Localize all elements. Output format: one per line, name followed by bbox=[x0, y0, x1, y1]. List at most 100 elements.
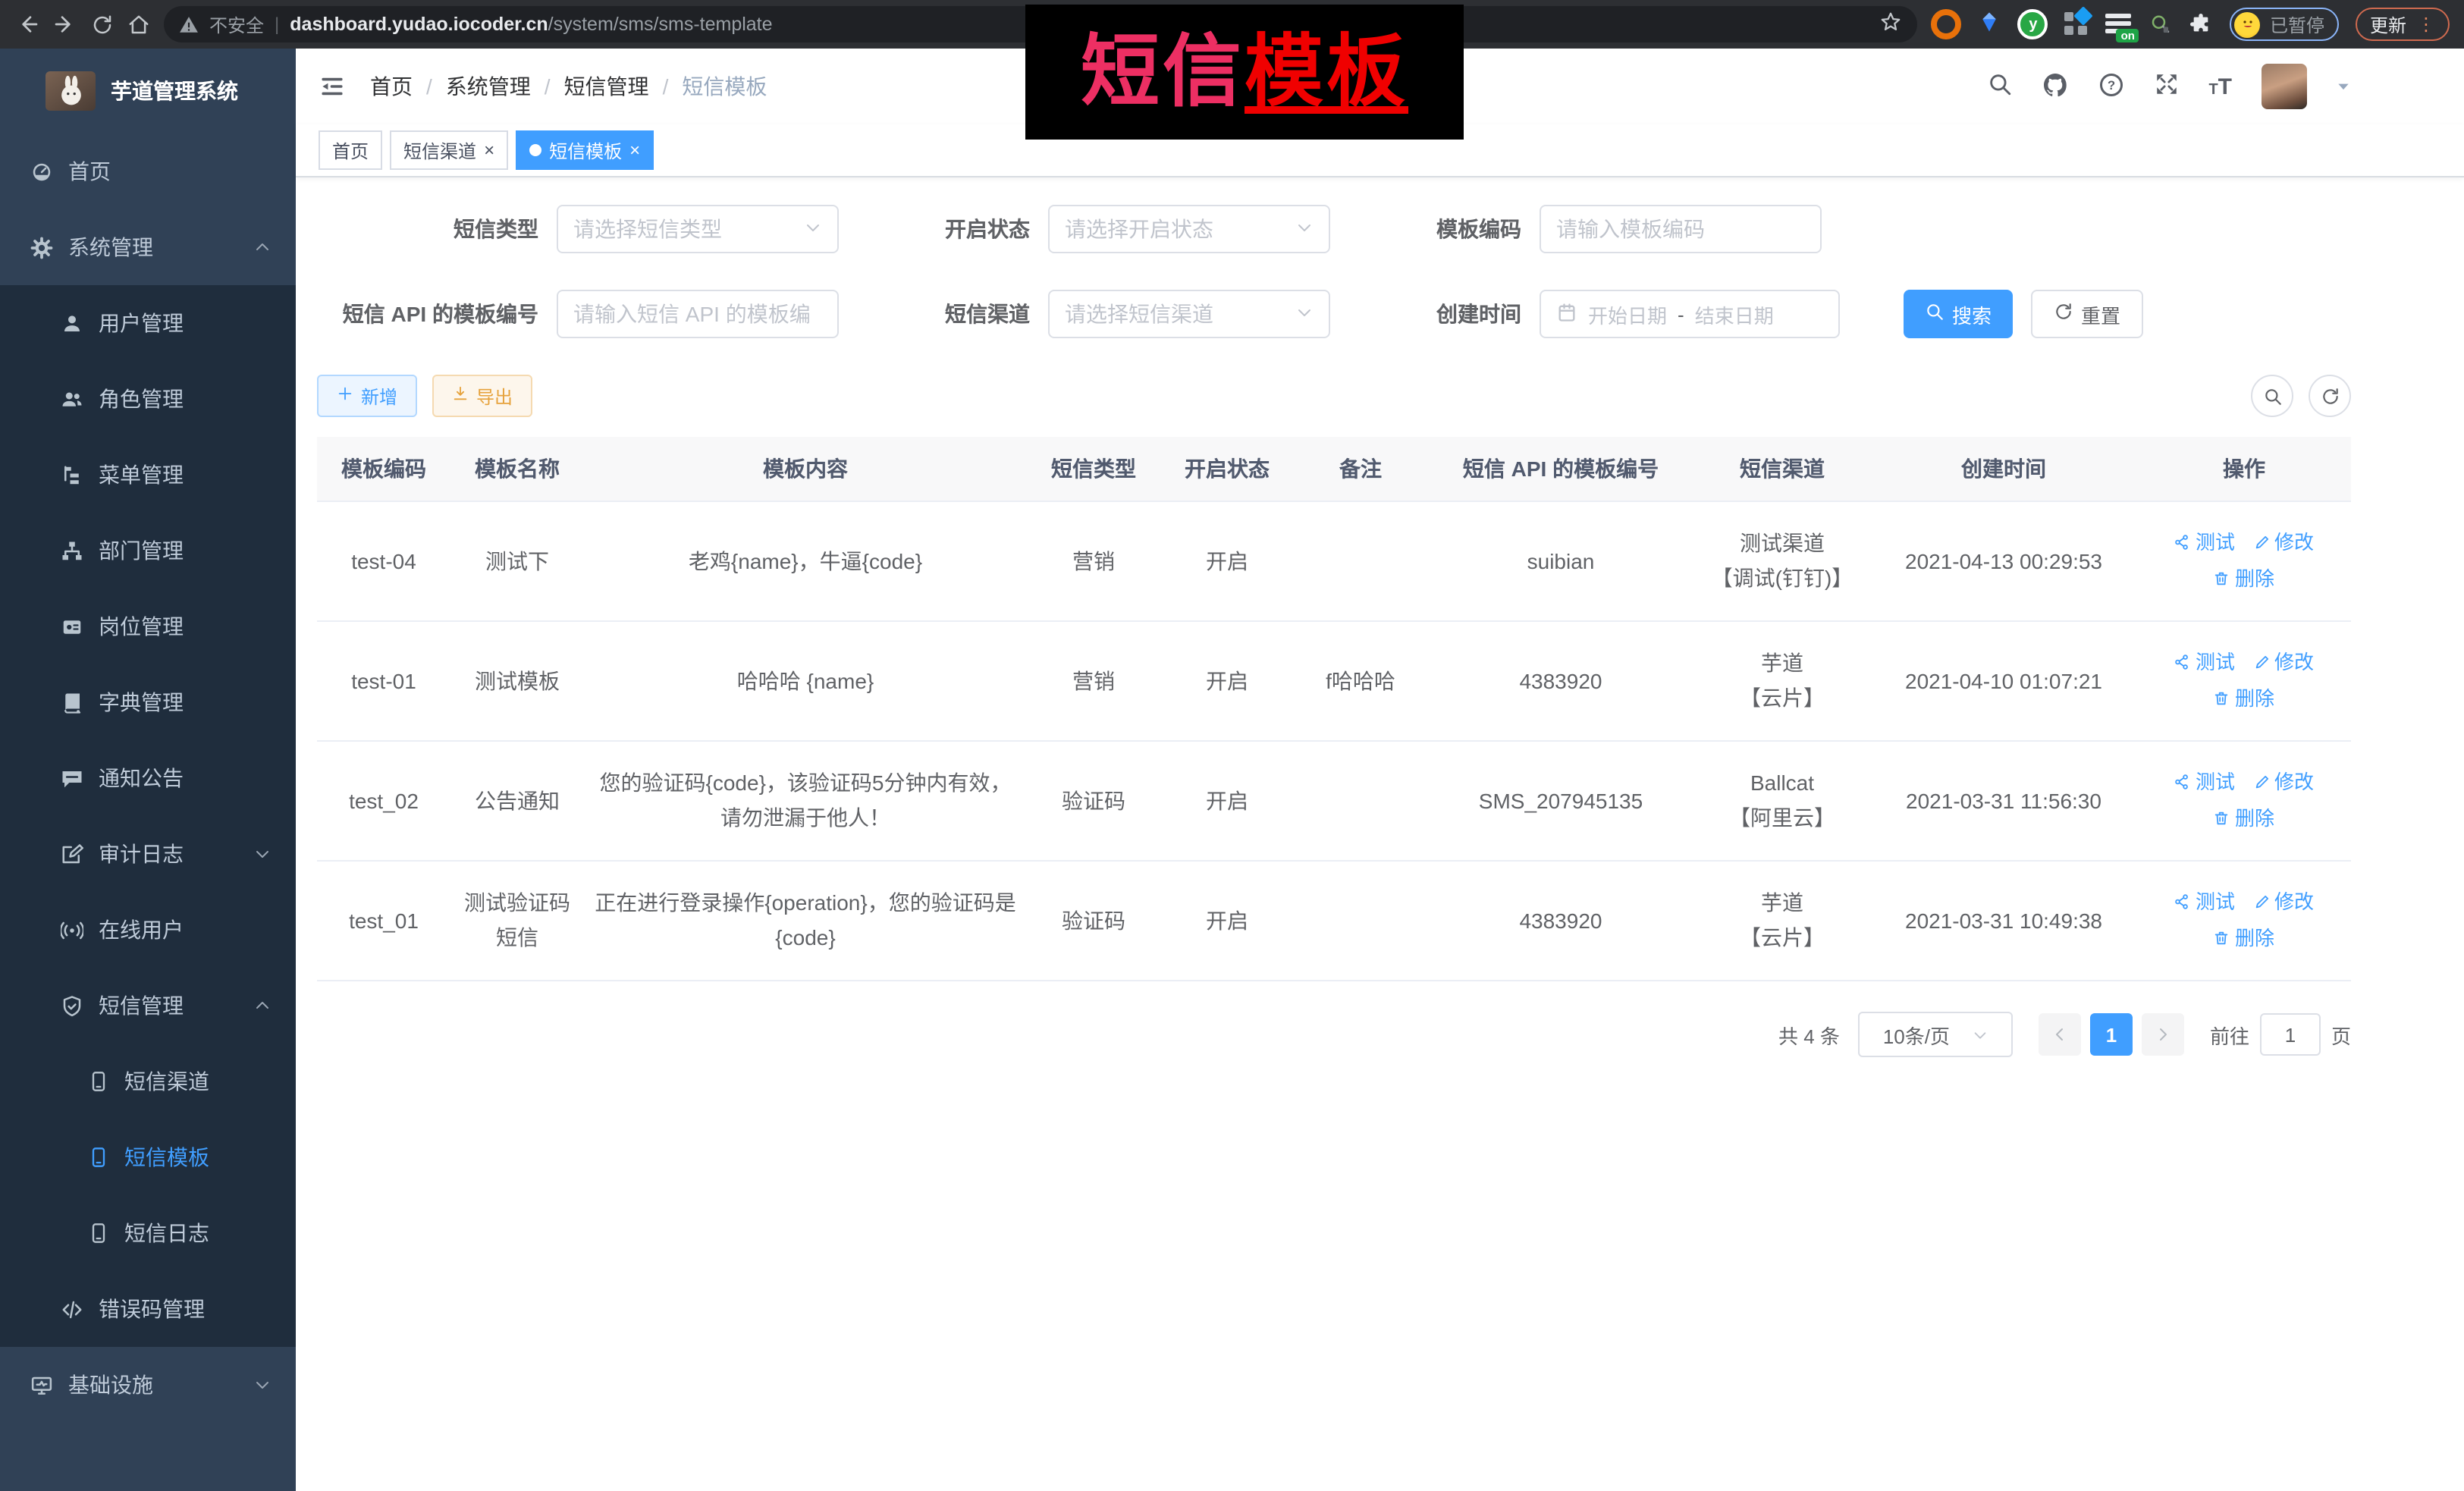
api-template-label: 短信 API 的模板编号 bbox=[317, 299, 557, 329]
sidebar-item-sms-log[interactable]: 短信日志 bbox=[0, 1195, 296, 1271]
bookmark-star-icon[interactable] bbox=[1880, 11, 1903, 38]
extension-y-icon[interactable]: y bbox=[2018, 9, 2048, 39]
annotation-title-overlay: 短信模板 bbox=[1025, 5, 1464, 140]
delete-link[interactable]: 删除 bbox=[2214, 801, 2274, 836]
sidebar-item-audit-log[interactable]: 审计日志 bbox=[0, 816, 296, 892]
message-icon bbox=[61, 767, 83, 789]
sidebar-item-infra[interactable]: 基础设施 bbox=[0, 1347, 296, 1423]
test-link[interactable]: 测试 bbox=[2174, 884, 2235, 919]
extensions-puzzle-icon[interactable] bbox=[2189, 12, 2214, 36]
filter-status: 开启状态 请选择开启状态 bbox=[927, 205, 1330, 253]
tag-sms-template[interactable]: 短信模板× bbox=[516, 130, 654, 170]
sidebar-item-online-users[interactable]: 在线用户 bbox=[0, 892, 296, 968]
avatar[interactable] bbox=[2261, 64, 2306, 109]
sidebar-item-label: 系统管理 bbox=[68, 232, 153, 262]
sidebar-item-users[interactable]: 用户管理 bbox=[0, 285, 296, 361]
breadcrumb-item-current: 短信模板 bbox=[682, 71, 767, 102]
help-icon[interactable]: ? bbox=[2098, 71, 2125, 102]
extension-grid-icon[interactable] bbox=[2065, 12, 2089, 36]
sidebar-item-notice[interactable]: 通知公告 bbox=[0, 740, 296, 816]
sms-type-select[interactable]: 请选择短信类型 bbox=[557, 205, 839, 253]
edit-link[interactable]: 修改 bbox=[2253, 525, 2314, 560]
back-icon[interactable] bbox=[15, 12, 39, 36]
sidebar-item-sms-channel[interactable]: 短信渠道 bbox=[0, 1044, 296, 1119]
search-icon[interactable] bbox=[1987, 71, 2013, 102]
update-button[interactable]: 更新 ⋮ bbox=[2356, 8, 2449, 41]
sidebar-item-dict[interactable]: 字典管理 bbox=[0, 664, 296, 740]
refresh-button[interactable] bbox=[2309, 375, 2351, 417]
extension-list-icon[interactable]: on bbox=[2106, 12, 2133, 36]
reload-icon[interactable] bbox=[91, 13, 114, 36]
date-range-picker[interactable]: 开始日期 - 结束日期 bbox=[1540, 290, 1840, 338]
edit-link[interactable]: 修改 bbox=[2253, 645, 2314, 680]
close-icon[interactable]: × bbox=[629, 141, 640, 159]
tag-sms-channel[interactable]: 短信渠道× bbox=[390, 130, 508, 170]
fullscreen-icon[interactable] bbox=[2154, 71, 2180, 102]
prev-page-button[interactable] bbox=[2039, 1013, 2081, 1056]
phone-icon bbox=[88, 1071, 109, 1092]
emoji-avatar-icon bbox=[2235, 11, 2261, 37]
breadcrumb-item[interactable]: 首页 bbox=[370, 71, 413, 102]
delete-link[interactable]: 删除 bbox=[2214, 561, 2274, 596]
sidebar-item-error-code[interactable]: 错误码管理 bbox=[0, 1271, 296, 1347]
sidebar-collapse-icon[interactable] bbox=[319, 73, 346, 100]
home-icon[interactable] bbox=[127, 13, 150, 36]
next-page-button[interactable] bbox=[2142, 1013, 2184, 1056]
edit-link[interactable]: 修改 bbox=[2253, 764, 2314, 799]
test-link[interactable]: 测试 bbox=[2174, 764, 2235, 799]
update-label: 更新 bbox=[2370, 11, 2406, 37]
col-header: 操作 bbox=[2137, 437, 2351, 501]
breadcrumb-separator: / bbox=[426, 74, 432, 99]
forward-icon[interactable] bbox=[53, 12, 77, 36]
extension-magnifier-icon[interactable] bbox=[2150, 13, 2173, 36]
profile-paused-pill[interactable]: 已暂停 bbox=[2230, 8, 2340, 41]
add-button[interactable]: 新增 bbox=[317, 375, 417, 417]
sidebar-item-departments[interactable]: 部门管理 bbox=[0, 513, 296, 589]
sidebar-item-sms-template[interactable]: 短信模板 bbox=[0, 1119, 296, 1195]
extension-gem-icon[interactable] bbox=[1979, 11, 2001, 38]
tag-home[interactable]: 首页 bbox=[319, 130, 382, 170]
sidebar-item-sms[interactable]: 短信管理 bbox=[0, 968, 296, 1044]
search-toggle-button[interactable] bbox=[2251, 375, 2293, 417]
sidebar-item-home[interactable]: 首页 bbox=[0, 133, 296, 209]
delete-link[interactable]: 删除 bbox=[2214, 681, 2274, 716]
breadcrumb-item[interactable]: 系统管理 bbox=[446, 71, 531, 102]
github-icon[interactable] bbox=[2042, 71, 2069, 102]
sidebar-item-menus[interactable]: 菜单管理 bbox=[0, 437, 296, 513]
test-link[interactable]: 测试 bbox=[2174, 645, 2235, 680]
status-select[interactable]: 请选择开启状态 bbox=[1048, 205, 1330, 253]
main-area: 首页 / 系统管理 / 短信管理 / 短信模板 ? TT bbox=[296, 49, 2464, 1491]
current-page[interactable]: 1 bbox=[2090, 1013, 2133, 1056]
code-input[interactable] bbox=[1540, 205, 1822, 253]
reset-button[interactable]: 重置 bbox=[2031, 290, 2143, 338]
search-button[interactable]: 搜索 bbox=[1904, 290, 2013, 338]
page-size-select[interactable]: 10条/页 bbox=[1858, 1012, 2013, 1057]
gear-icon bbox=[30, 236, 53, 259]
close-icon[interactable]: × bbox=[484, 141, 494, 159]
overlay-title-part1: 短信 bbox=[1081, 33, 1245, 111]
edit-link[interactable]: 修改 bbox=[2253, 884, 2314, 919]
filter-row-1: 短信类型 请选择短信类型 开启状态 请选择开启状态 bbox=[317, 205, 2443, 253]
test-link[interactable]: 测试 bbox=[2174, 525, 2235, 560]
sms-type-label: 短信类型 bbox=[317, 214, 557, 244]
sidebar-item-posts[interactable]: 岗位管理 bbox=[0, 589, 296, 664]
api-template-input[interactable] bbox=[557, 290, 839, 338]
url-path: /system/sms/sms-template bbox=[548, 14, 773, 35]
warning-icon bbox=[179, 14, 199, 34]
channel-select[interactable]: 请选择短信渠道 bbox=[1048, 290, 1330, 338]
sms-template-table: 模板编码 模板名称 模板内容 短信类型 开启状态 备注 短信 API 的模板编号… bbox=[317, 437, 2351, 981]
font-size-icon[interactable]: TT bbox=[2208, 74, 2232, 99]
filter-row-2: 短信 API 的模板编号 短信渠道 请选择短信渠道 创建时间 bbox=[317, 290, 2443, 338]
extension-donut-icon[interactable] bbox=[1932, 9, 1962, 39]
breadcrumb-item[interactable]: 短信管理 bbox=[564, 71, 649, 102]
chevron-down-icon[interactable] bbox=[2335, 74, 2350, 99]
edit-log-icon bbox=[61, 843, 83, 865]
sidebar-item-roles[interactable]: 角色管理 bbox=[0, 361, 296, 437]
export-button[interactable]: 导出 bbox=[432, 375, 532, 417]
goto-page-input[interactable] bbox=[2260, 1013, 2321, 1056]
sidebar-logo[interactable]: 芋道管理系统 bbox=[0, 49, 296, 133]
sidebar-item-system[interactable]: 系统管理 bbox=[0, 209, 296, 285]
browser-menu-icon[interactable]: ⋮ bbox=[2417, 15, 2435, 33]
delete-link[interactable]: 删除 bbox=[2214, 921, 2274, 956]
chevron-down-icon bbox=[253, 1376, 272, 1394]
